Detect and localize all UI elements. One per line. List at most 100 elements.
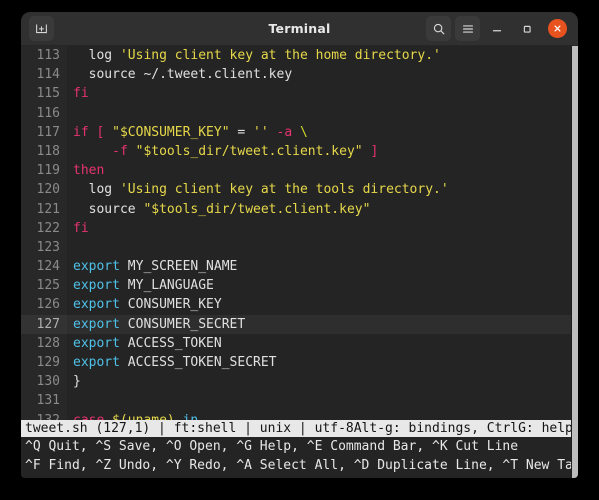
code-token: -a bbox=[276, 124, 293, 140]
line-number: 118 bbox=[21, 141, 67, 162]
editor-line[interactable]: 121 source "$tools_dir/tweet.client.key" bbox=[21, 199, 571, 219]
editor-line[interactable]: 129 export ACCESS_TOKEN_SECRET bbox=[21, 353, 571, 373]
code-token: } bbox=[73, 374, 81, 390]
code-token: fi bbox=[73, 220, 89, 236]
editor-line[interactable]: 117 if [ "$CONSUMER_KEY" = '' -a \ bbox=[21, 122, 571, 142]
editor-line[interactable]: 120 log 'Using client key at the tools d… bbox=[21, 180, 571, 200]
maximize-icon bbox=[523, 25, 531, 33]
editor-line[interactable]: 116 bbox=[21, 103, 571, 123]
close-button[interactable] bbox=[548, 19, 567, 38]
line-number: 127 bbox=[21, 314, 67, 334]
editor-line[interactable]: 128 export ACCESS_TOKEN bbox=[21, 333, 571, 353]
code-token: "$tools_dir/tweet.client.key" bbox=[135, 143, 363, 159]
line-number: 131 bbox=[21, 391, 67, 411]
shortcut-hints-line-2: ^F Find, ^Z Undo, ^Y Redo, ^A Select All… bbox=[21, 456, 571, 475]
code-token: 'Using client key at the tools directory… bbox=[119, 182, 449, 198]
line-number: 123 bbox=[21, 237, 67, 258]
line-content[interactable]: export CONSUMER_KEY bbox=[67, 295, 222, 314]
search-button[interactable] bbox=[426, 16, 451, 41]
search-icon bbox=[433, 23, 444, 34]
line-content[interactable]: case $(uname) in bbox=[67, 411, 198, 420]
minimize-button[interactable] bbox=[484, 16, 510, 42]
line-content[interactable]: then bbox=[67, 161, 104, 180]
editor-status-bar: tweet.sh (127,1) | ft:shell | unix | utf… bbox=[21, 420, 571, 437]
editor-line[interactable]: 123 bbox=[21, 237, 571, 258]
line-content[interactable]: source "$tools_dir/tweet.client.key" bbox=[67, 200, 371, 219]
code-token: export bbox=[73, 259, 120, 275]
code-token: $(uname) bbox=[112, 413, 175, 420]
line-content[interactable]: export CONSUMER_SECRET bbox=[67, 315, 245, 334]
line-content[interactable]: export ACCESS_TOKEN bbox=[67, 334, 222, 353]
code-token: 'Using client key at the home directory.… bbox=[119, 48, 441, 63]
micro-editor-buffer[interactable]: 113 log 'Using client key at the home di… bbox=[21, 46, 571, 420]
editor-line[interactable]: 124 export MY_SCREEN_NAME bbox=[21, 257, 571, 277]
line-content[interactable]: } bbox=[67, 372, 81, 391]
code-token: source ~/.tweet.client.key bbox=[73, 67, 293, 83]
editor-line[interactable]: 119 then bbox=[21, 161, 571, 181]
code-token: export bbox=[73, 335, 120, 351]
shortcut-hints-line-1: ^Q Quit, ^S Save, ^O Open, ^G Help, ^E C… bbox=[21, 437, 571, 456]
line-content[interactable]: if [ "$CONSUMER_KEY" = '' -a \ bbox=[67, 123, 308, 142]
code-token: CONSUMER_KEY bbox=[119, 297, 222, 313]
editor-line[interactable]: 113 log 'Using client key at the home di… bbox=[21, 46, 571, 66]
editor-line[interactable]: 125 export MY_LANGUAGE bbox=[21, 276, 571, 296]
terminal-scrollbar[interactable] bbox=[571, 46, 578, 478]
hamburger-menu-icon bbox=[462, 24, 473, 33]
line-content[interactable]: -f "$tools_dir/tweet.client.key" ] bbox=[67, 142, 378, 161]
line-content[interactable] bbox=[67, 391, 73, 410]
line-content[interactable]: source ~/.tweet.client.key bbox=[67, 65, 293, 84]
line-number: 132 bbox=[21, 410, 67, 420]
code-token: fi bbox=[73, 86, 89, 102]
editor-line[interactable]: 127 export CONSUMER_SECRET bbox=[21, 314, 571, 334]
line-content[interactable]: export MY_LANGUAGE bbox=[67, 276, 214, 295]
code-token: MY_LANGUAGE bbox=[119, 278, 214, 294]
terminal-scrollbar-thumb[interactable] bbox=[572, 46, 578, 478]
code-token: log bbox=[88, 48, 113, 63]
code-token: case bbox=[73, 413, 104, 420]
minimize-icon bbox=[492, 29, 502, 31]
line-number: 114 bbox=[21, 65, 67, 85]
code-token: \ bbox=[300, 124, 308, 140]
code-token: "$tools_dir/tweet.client.key" bbox=[143, 201, 371, 217]
editor-line[interactable]: 126 export CONSUMER_KEY bbox=[21, 295, 571, 315]
menu-button[interactable] bbox=[455, 16, 480, 41]
code-token: if bbox=[73, 124, 89, 140]
editor-line[interactable]: 132case $(uname) in bbox=[21, 410, 571, 420]
line-content[interactable]: export MY_SCREEN_NAME bbox=[67, 257, 237, 276]
line-number: 120 bbox=[21, 180, 67, 200]
title-bar[interactable]: Terminal bbox=[21, 12, 578, 46]
code-token: -f bbox=[112, 143, 128, 159]
line-number: 121 bbox=[21, 199, 67, 219]
code-token: ACCESS_TOKEN_SECRET bbox=[119, 355, 277, 370]
line-content[interactable] bbox=[67, 104, 73, 123]
line-content[interactable]: export ACCESS_TOKEN_SECRET bbox=[67, 353, 277, 372]
line-number: 126 bbox=[21, 295, 67, 315]
code-token: export bbox=[73, 297, 120, 313]
line-content[interactable]: fi bbox=[67, 219, 89, 238]
code-token: export bbox=[73, 355, 120, 370]
terminal-content[interactable]: 113 log 'Using client key at the home di… bbox=[21, 46, 578, 478]
line-content[interactable]: log 'Using client key at the tools direc… bbox=[67, 180, 449, 199]
editor-line[interactable]: 114 source ~/.tweet.client.key bbox=[21, 65, 571, 85]
editor-line[interactable]: 131 bbox=[21, 391, 571, 411]
editor-line[interactable]: 118 -f "$tools_dir/tweet.client.key" ] bbox=[21, 141, 571, 162]
maximize-button[interactable] bbox=[514, 16, 540, 42]
editor-line[interactable]: 122 fi bbox=[21, 218, 571, 238]
code-token: then bbox=[73, 163, 105, 179]
editor-line[interactable]: 115 fi bbox=[21, 84, 571, 104]
line-content[interactable] bbox=[67, 238, 73, 257]
line-content[interactable]: fi bbox=[67, 84, 89, 103]
line-content[interactable]: log 'Using client key at the home direct… bbox=[67, 46, 441, 65]
new-tab-button[interactable] bbox=[29, 16, 54, 41]
code-token: "$CONSUMER_KEY" bbox=[112, 124, 230, 140]
terminal-filler bbox=[21, 475, 571, 478]
editor-line[interactable]: 130} bbox=[21, 372, 571, 392]
line-number: 116 bbox=[21, 103, 67, 123]
